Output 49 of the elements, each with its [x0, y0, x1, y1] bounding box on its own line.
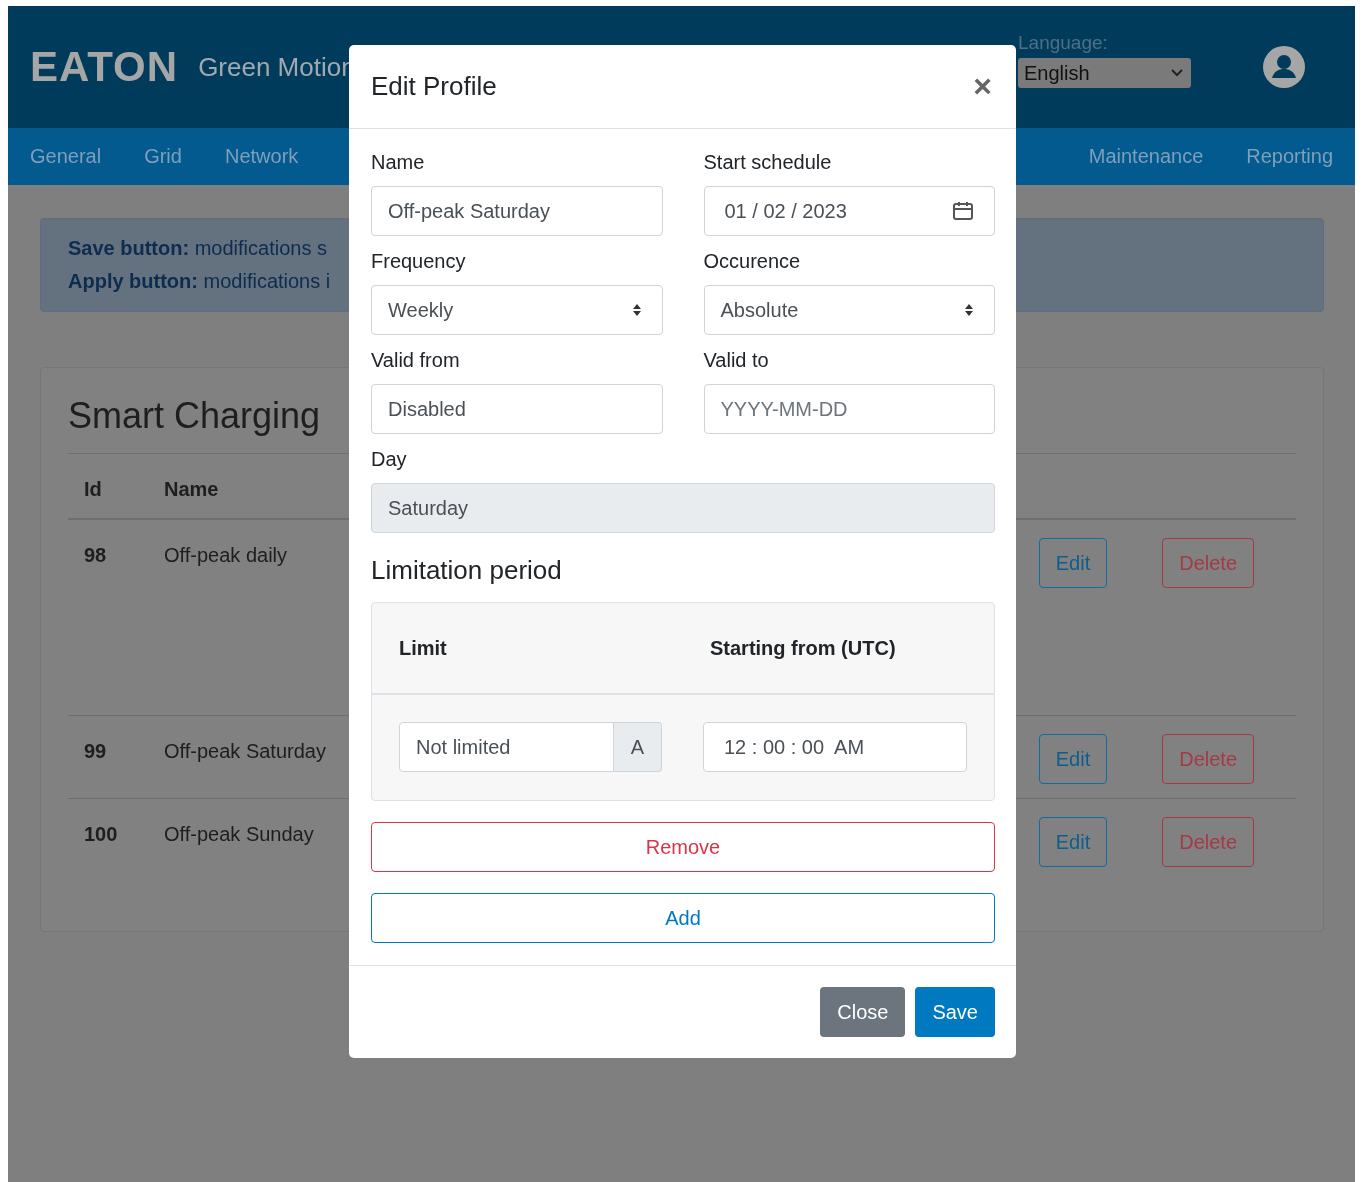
chevron-down-icon [1171, 69, 1183, 77]
field-label: Valid from [371, 349, 461, 372]
date-field[interactable]: 01 / 02 / 2023 [703, 186, 995, 236]
table-cell-text: Off-peak Saturday [164, 739, 326, 763]
alert-text: Save button: modifications s [68, 237, 328, 260]
column-header: Id [84, 476, 103, 501]
logo: EATON [30, 43, 179, 91]
text-field[interactable]: Off-peak Saturday [371, 186, 663, 236]
nav-item[interactable]: Network [224, 145, 299, 168]
text-field[interactable]: YYYY-MM-DD [703, 384, 995, 434]
alert-text: Apply button: modifications i [68, 270, 332, 293]
nav-item[interactable]: Grid [144, 145, 182, 168]
field-label: Occurence [703, 250, 802, 273]
nav-item[interactable]: Maintenance [1088, 145, 1204, 168]
unit-addon: A [614, 722, 662, 772]
user-avatar-icon[interactable] [1262, 45, 1306, 89]
table-cell-text: Off-peak daily [164, 543, 288, 567]
section-title: Limitation period [371, 555, 563, 586]
time-field[interactable]: 12 : 00 : 00 AM [703, 722, 967, 772]
card-title: Smart Charging [68, 395, 321, 437]
limit-field[interactable]: Not limited [399, 722, 614, 772]
column-header: Limit [398, 636, 448, 660]
sort-caret-icon [631, 303, 642, 317]
add-button[interactable]: Add [371, 893, 995, 943]
close-button[interactable]: × [969, 68, 996, 105]
field-label: Name [371, 151, 426, 174]
field-label: Frequency [371, 250, 467, 273]
nav-item[interactable]: General [30, 145, 102, 168]
table-cell-text: Off-peak Sunday [164, 822, 314, 846]
table-cell-text: 98 [84, 543, 108, 567]
field-label: Day [371, 448, 408, 471]
save-button[interactable]: Save [915, 987, 995, 1037]
column-header: Starting from (UTC) [709, 636, 897, 660]
table-cell-text: 99 [84, 739, 108, 763]
field-label: Start schedule [703, 151, 833, 174]
language-select[interactable]: English [1018, 58, 1191, 88]
sort-caret-icon [964, 303, 974, 317]
nav-item[interactable]: Reporting [1246, 145, 1333, 168]
table-cell-text: 100 [84, 822, 119, 846]
text-field[interactable]: Disabled [371, 384, 663, 434]
select-field[interactable]: Absolute [703, 285, 995, 335]
modal-title: Edit Profile [371, 71, 497, 102]
field-label: Valid to [703, 349, 770, 372]
calendar-icon[interactable] [952, 200, 974, 222]
language-label: Language: [1018, 32, 1109, 54]
close-dialog-button[interactable]: Close [820, 987, 906, 1037]
column-header: Name [164, 476, 219, 501]
select-field[interactable]: Weekly [371, 285, 663, 335]
remove-button[interactable]: Remove [371, 822, 995, 872]
